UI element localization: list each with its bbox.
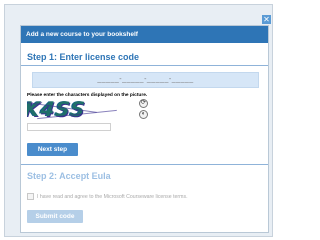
- captcha-prompt: Please enter the characters displayed on…: [27, 93, 148, 98]
- dialog-header: Add a new course to your bookshelf: [21, 26, 268, 43]
- step1-title: Step 1: Enter license code: [27, 52, 140, 62]
- captcha-image: K4SS: [27, 100, 137, 120]
- step2-title: Step 2: Accept Eula: [27, 171, 111, 181]
- close-icon[interactable]: ✕: [262, 15, 271, 24]
- captcha-answer-input[interactable]: [27, 123, 111, 131]
- course-panel: Add a new course to your bookshelf Step …: [20, 25, 269, 233]
- refresh-icon[interactable]: ⟳: [139, 99, 148, 108]
- eula-label: I have read and agree to the Microsoft C…: [37, 193, 188, 200]
- step1-divider: [21, 65, 268, 66]
- submit-code-button[interactable]: Submit code: [27, 210, 83, 223]
- add-course-dialog: ✕ Add a new course to your bookshelf Ste…: [4, 4, 273, 237]
- section-divider: [21, 164, 268, 165]
- next-step-button[interactable]: Next step: [27, 143, 78, 156]
- license-code-input[interactable]: _____-_____-_____-_____: [32, 72, 259, 88]
- audio-icon[interactable]: ◐: [139, 110, 148, 119]
- eula-checkbox[interactable]: [27, 193, 34, 200]
- eula-row: I have read and agree to the Microsoft C…: [27, 193, 188, 200]
